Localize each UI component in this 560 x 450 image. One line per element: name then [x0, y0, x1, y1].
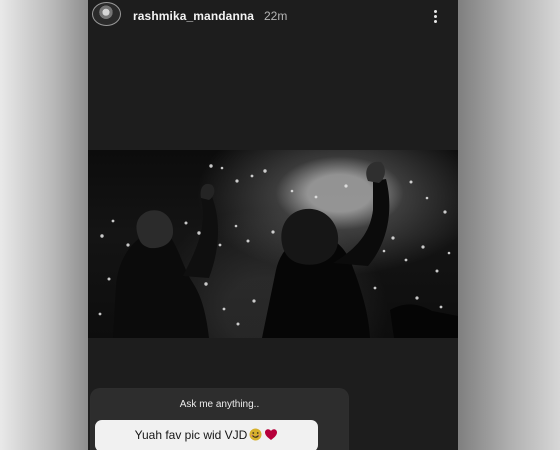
menu-dot-icon: [434, 15, 437, 18]
answer-box[interactable]: Yuah fav pic wid VJD: [95, 420, 318, 450]
right-background-strip: [458, 0, 560, 450]
story-timestamp: 22m: [264, 9, 288, 23]
username[interactable]: rashmika_mandanna: [133, 9, 254, 23]
menu-dot-icon: [434, 10, 437, 13]
menu-dot-icon: [434, 20, 437, 23]
more-options-button[interactable]: [426, 4, 446, 26]
smiling-face-icon: [249, 428, 262, 441]
answer-text: Yuah fav pic wid VJD: [134, 428, 248, 442]
left-background-strip: [0, 0, 88, 450]
question-prompt: Ask me anything..: [179, 399, 260, 410]
answer-line: Yuah fav pic wid VJD: [95, 428, 318, 442]
concert-photo-graphic: [98, 161, 458, 338]
story-photo[interactable]: [88, 150, 458, 338]
question-sticker[interactable]: Ask me anything.. Yuah fav pic wid VJD: [91, 389, 348, 450]
story-header: rashmika_mandanna 22m: [88, 0, 458, 36]
red-heart-icon: [265, 429, 278, 440]
avatar[interactable]: [92, 2, 121, 26]
instagram-story: rashmika_mandanna 22m Ask me anything.. …: [88, 0, 458, 450]
